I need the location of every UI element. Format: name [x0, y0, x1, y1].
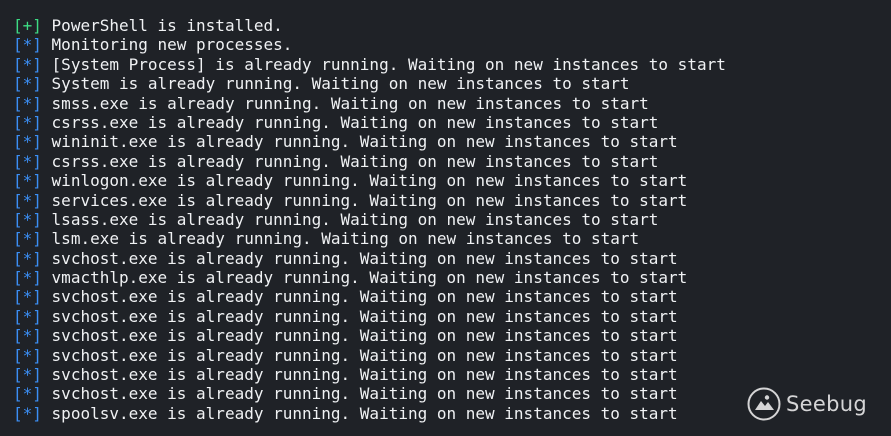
terminal-line: [*] vmacthlp.exe is already running. Wai…: [13, 268, 891, 287]
terminal-line: [*] csrss.exe is already running. Waitin…: [13, 152, 891, 171]
terminal-line: [*] lsm.exe is already running. Waiting …: [13, 229, 891, 248]
info-tag: [*]: [13, 151, 42, 171]
terminal-line: [*] svchost.exe is already running. Wait…: [13, 307, 891, 326]
terminal-line: [*] lsass.exe is already running. Waitin…: [13, 210, 891, 229]
line-message: csrss.exe is already running. Waiting on…: [51, 112, 659, 132]
info-tag: [*]: [13, 287, 42, 307]
watermark-text: Seebug: [786, 392, 867, 416]
terminal-output: [+] PowerShell is installed. [*] Monitori…: [13, 16, 891, 423]
terminal-line: [*] svchost.exe is already running. Wait…: [13, 326, 891, 345]
line-message: lsm.exe is already running. Waiting on n…: [51, 229, 640, 249]
line-message: svchost.exe is already running. Waiting …: [51, 326, 678, 346]
info-tag: [*]: [13, 384, 42, 404]
terminal-line: [*] services.exe is already running. Wai…: [13, 191, 891, 210]
line-message: svchost.exe is already running. Waiting …: [51, 306, 678, 326]
line-message: svchost.exe is already running. Waiting …: [51, 384, 678, 404]
line-message: lsass.exe is already running. Waiting on…: [51, 209, 659, 229]
line-message: vmacthlp.exe is already running. Waiting…: [51, 268, 688, 288]
info-tag: [*]: [13, 93, 42, 113]
line-message: PowerShell is installed.: [51, 16, 283, 35]
info-tag: [*]: [13, 190, 42, 210]
seebug-logo-icon: [747, 387, 781, 421]
info-tag: [*]: [13, 209, 42, 229]
info-tag: [*]: [13, 74, 42, 94]
line-message: spoolsv.exe is already running. Waiting …: [51, 403, 678, 423]
line-message: svchost.exe is already running. Waiting …: [51, 345, 678, 365]
info-tag: [*]: [13, 365, 42, 385]
info-tag: [*]: [13, 403, 42, 423]
line-message: winlogon.exe is already running. Waiting…: [51, 171, 688, 191]
terminal-line: [*] svchost.exe is already running. Wait…: [13, 346, 891, 365]
terminal-line: [*] wininit.exe is already running. Wait…: [13, 132, 891, 151]
line-message: smss.exe is already running. Waiting on …: [51, 93, 649, 113]
line-message: svchost.exe is already running. Waiting …: [51, 287, 678, 307]
info-tag: [*]: [13, 268, 42, 288]
line-message: services.exe is already running. Waiting…: [51, 190, 688, 210]
terminal-line: [*] svchost.exe is already running. Wait…: [13, 365, 891, 384]
info-tag: [*]: [13, 171, 42, 191]
terminal-line: [*] winlogon.exe is already running. Wai…: [13, 171, 891, 190]
terminal-line: [*] System is already running. Waiting o…: [13, 74, 891, 93]
line-message: svchost.exe is already running. Waiting …: [51, 365, 678, 385]
line-message: wininit.exe is already running. Waiting …: [51, 132, 678, 152]
info-tag: [*]: [13, 345, 42, 365]
success-tag: [+]: [13, 16, 42, 35]
info-tag: [*]: [13, 132, 42, 152]
info-tag: [*]: [13, 54, 42, 74]
info-tag: [*]: [13, 306, 42, 326]
terminal-line: [*] smss.exe is already running. Waiting…: [13, 94, 891, 113]
terminal-line: [+] PowerShell is installed.: [13, 16, 891, 35]
line-message: Monitoring new processes.: [51, 35, 293, 55]
info-tag: [*]: [13, 35, 42, 55]
info-tag: [*]: [13, 112, 42, 132]
info-tag: [*]: [13, 229, 42, 249]
terminal-line: [*] [System Process] is already running.…: [13, 55, 891, 74]
terminal-line: [*] Monitoring new processes.: [13, 35, 891, 54]
line-message: [System Process] is already running. Wai…: [51, 54, 726, 74]
seebug-watermark: Seebug: [747, 387, 867, 421]
line-message: System is already running. Waiting on ne…: [51, 74, 630, 94]
info-tag: [*]: [13, 248, 42, 268]
line-message: svchost.exe is already running. Waiting …: [51, 248, 678, 268]
terminal-line: [*] csrss.exe is already running. Waitin…: [13, 113, 891, 132]
line-message: csrss.exe is already running. Waiting on…: [51, 151, 659, 171]
info-tag: [*]: [13, 326, 42, 346]
terminal-line: [*] svchost.exe is already running. Wait…: [13, 249, 891, 268]
terminal-line: [*] svchost.exe is already running. Wait…: [13, 287, 891, 306]
